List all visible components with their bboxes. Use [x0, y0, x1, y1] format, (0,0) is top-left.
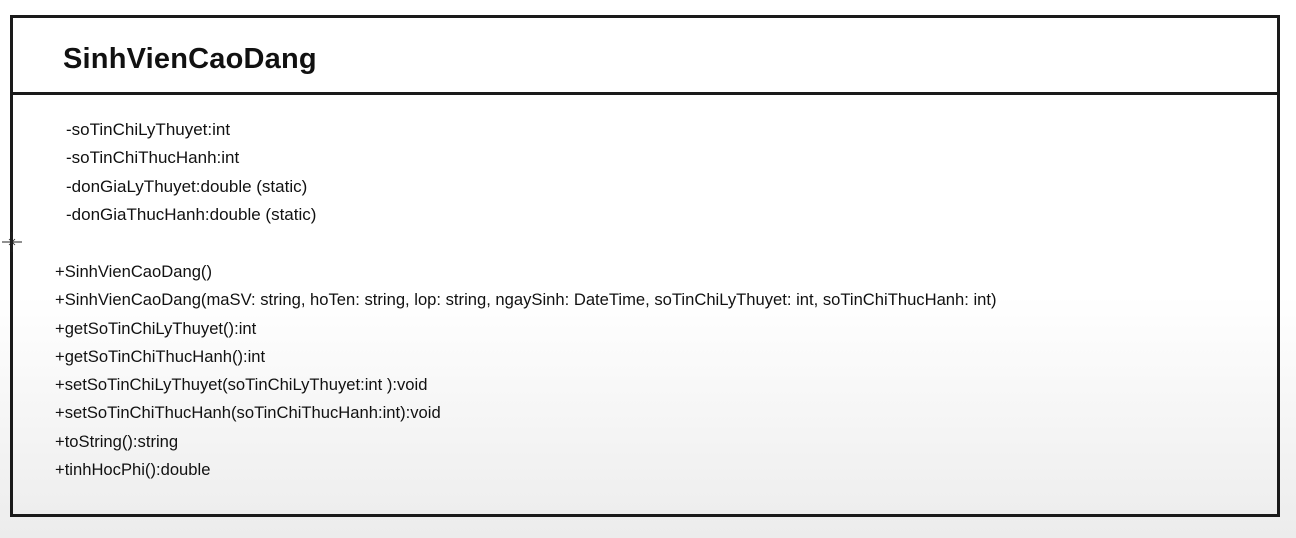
method-item: +getSoTinChiLyThuyet():int — [55, 318, 257, 338]
attribute-item: -donGiaLyThuyet:double (static) — [66, 176, 308, 196]
method-item: +setSoTinChiLyThuyet(soTinChiLyThuyet:in… — [55, 375, 428, 395]
class-name: SinhVienCaoDang — [63, 43, 317, 75]
method-item: +SinhVienCaoDang(maSV: string, hoTen: st… — [55, 290, 997, 310]
method-item: +setSoTinChiThucHanh(soTinChiThucHanh:in… — [55, 403, 441, 423]
method-item: +toString():string — [55, 431, 179, 451]
uml-class-box: SinhVienCaoDang -soTinChiLyThuyet:int -s… — [10, 15, 1280, 517]
method-item: +tinhHocPhi():double — [55, 460, 211, 480]
attributes-compartment: -soTinChiLyThuyet:int -soTinChiThucHanh:… — [66, 116, 316, 229]
class-name-compartment: SinhVienCaoDang — [13, 18, 1277, 95]
attribute-item: -soTinChiThucHanh:int — [66, 148, 240, 168]
crosshair-cursor-icon — [2, 232, 22, 252]
attribute-item: -donGiaThucHanh:double (static) — [66, 204, 317, 224]
attribute-item: -soTinChiLyThuyet:int — [66, 120, 231, 139]
method-item: +getSoTinChiThucHanh():int — [55, 346, 266, 366]
methods-compartment: +SinhVienCaoDang() +SinhVienCaoDang(maSV… — [55, 258, 997, 484]
method-item: +SinhVienCaoDang() — [55, 262, 212, 281]
